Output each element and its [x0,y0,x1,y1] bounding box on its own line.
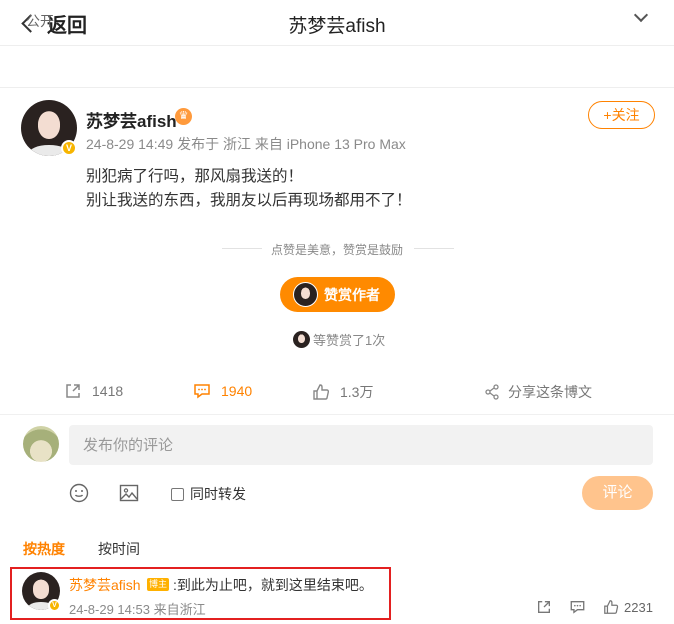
verified-badge-icon: V [61,140,77,156]
author-mini-avatar [293,282,318,307]
crown-icon: ♛ [175,108,192,125]
visibility-selector[interactable] [0,48,674,88]
rewarder-avatar [293,331,310,348]
divider [0,414,674,415]
like-count: 1.3万 [340,384,374,400]
comment-author[interactable]: 苏梦芸afish [69,575,141,595]
repost-icon [66,384,80,398]
post-text-line: 别犯病了行吗，那风扇我送的！ [86,168,304,185]
submit-comment-button[interactable]: 评论 [582,476,653,510]
share-label: 分享这条博文 [508,384,592,400]
comment-reply-icon[interactable] [569,599,586,620]
reward-count[interactable]: 等赞赏了1次 [293,330,385,349]
divider [414,248,454,249]
share-icon [485,384,499,400]
checkbox-box[interactable] [171,487,184,501]
reward-button-label: 赞赏作者 [324,286,380,303]
comment-like-button[interactable] [603,599,619,620]
reward-count-text: 等赞赏了1次 [313,333,386,348]
emoji-icon[interactable] [69,483,89,508]
share-button[interactable]: 分享这条博文 [484,382,592,402]
repost-button[interactable]: 1418 [64,382,123,400]
thumbs-up-icon [313,384,330,400]
post-meta: 24-8-29 14:49 发布于 浙江 来自 iPhone 13 Pro Ma… [86,136,406,152]
my-avatar [23,426,59,462]
visibility-label: 公开 [26,13,54,29]
comment-repost-icon[interactable] [536,599,552,620]
comment-like-count: 2231 [624,600,653,615]
image-icon[interactable] [119,483,139,508]
thumbs-up-icon [604,600,619,614]
reward-tagline: 点赞是美意，赞赏是鼓励 [270,243,403,257]
comment-input[interactable] [69,425,653,465]
comment-icon [194,384,210,399]
forward-label: 同时转发 [190,486,246,502]
tab-hot[interactable]: 按热度 [23,539,65,559]
author-tag-badge: 博主 [147,578,170,591]
like-button[interactable]: 1.3万 [312,382,373,402]
comment-count: 1940 [221,383,253,399]
post-text-line: 别让我送的东西，我朋友以后再现场都用不了！ [86,192,412,209]
repost-count: 1418 [92,383,124,399]
comment-text: :到此为止吧，就到这里结束吧。 [173,577,373,593]
forward-checkbox[interactable]: 同时转发 [171,484,246,504]
reward-author-button[interactable]: 赞赏作者 [280,277,395,312]
page-title: 苏梦芸afish [288,16,386,37]
comment-meta: 24-8-29 14:53 来自浙江 [69,602,206,617]
verified-badge-icon: V [48,599,61,612]
tab-time[interactable]: 按时间 [98,539,140,559]
author-name[interactable]: 苏梦芸afish [86,107,177,132]
follow-button[interactable]: +关注 [588,101,655,129]
comment-button[interactable]: 1940 [193,382,252,400]
